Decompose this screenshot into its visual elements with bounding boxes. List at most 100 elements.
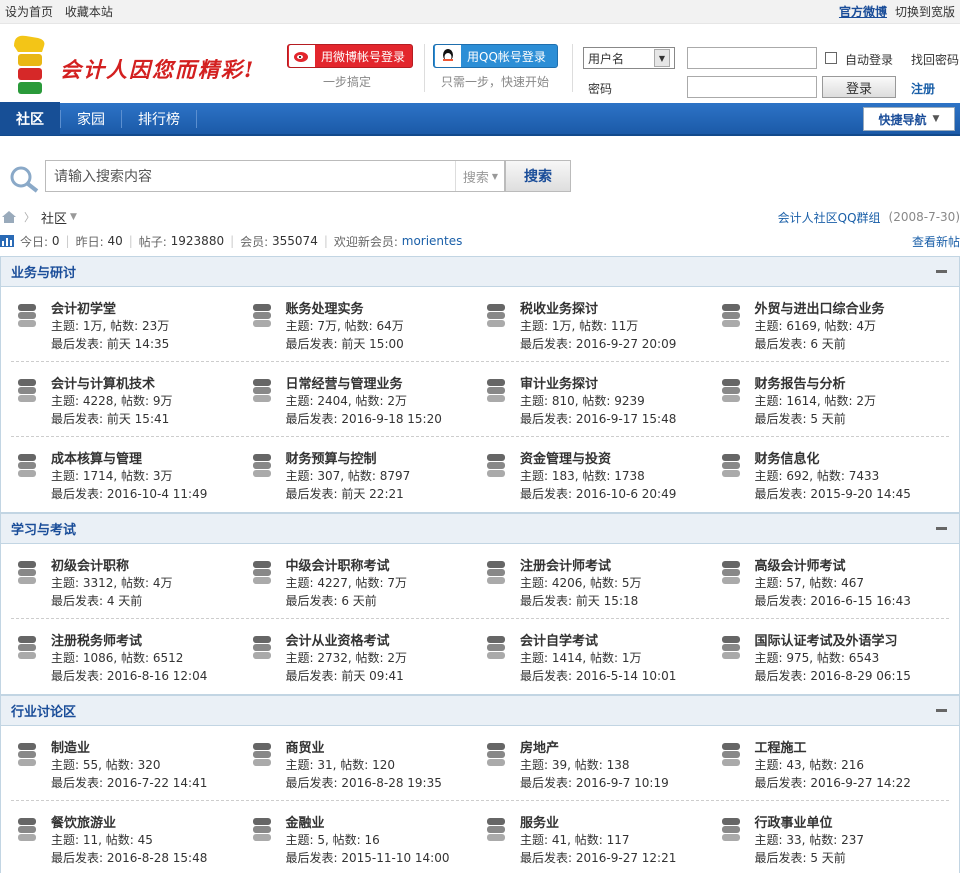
- search-button[interactable]: 搜索: [505, 160, 571, 192]
- weibo-login-button[interactable]: 用微博帐号登录: [287, 44, 413, 68]
- forum-item[interactable]: 餐饮旅游业 主题: 11, 帖数: 45 最后发表: 2016-8-28 15:48: [11, 801, 246, 873]
- forum-last-post[interactable]: 最后发表: 2016-9-18 15:20: [286, 410, 442, 427]
- forum-name[interactable]: 高级会计师考试: [755, 555, 846, 574]
- nav-item-ranking[interactable]: 排行榜: [122, 102, 196, 135]
- home-icon[interactable]: [2, 211, 16, 223]
- forum-item[interactable]: 会计自学考试 主题: 1414, 帖数: 1万 最后发表: 2016-5-14 10…: [480, 619, 715, 694]
- forum-item[interactable]: 工程施工 主题: 43, 帖数: 216 最后发表: 2016-9-27 14:22: [715, 726, 950, 800]
- forum-last-post[interactable]: 最后发表: 2016-9-27 20:09: [520, 335, 676, 352]
- forum-name[interactable]: 会计与计算机技术: [51, 373, 155, 392]
- forum-item[interactable]: 房地产 主题: 39, 帖数: 138 最后发表: 2016-9-7 10:19: [480, 726, 715, 800]
- forum-last-post[interactable]: 最后发表: 5 天前: [755, 849, 846, 866]
- forum-item[interactable]: 资金管理与投资 主题: 183, 帖数: 1738 最后发表: 2016-10-6 …: [480, 437, 715, 512]
- forum-item[interactable]: 中级会计职称考试 主题: 4227, 帖数: 7万 最后发表: 6 天前: [246, 544, 481, 618]
- forum-last-post[interactable]: 最后发表: 前天 15:00: [286, 335, 404, 352]
- forum-name[interactable]: 制造业: [51, 737, 90, 756]
- nav-item-home[interactable]: 家园: [61, 102, 121, 135]
- new-member-link[interactable]: morientes: [402, 234, 463, 248]
- forum-name[interactable]: 服务业: [520, 812, 559, 831]
- forum-item[interactable]: 注册税务师考试 主题: 1086, 帖数: 6512 最后发表: 2016-8-16…: [11, 619, 246, 694]
- collapse-icon[interactable]: [936, 270, 947, 273]
- category-title[interactable]: 行业讨论区: [11, 701, 76, 720]
- forum-item[interactable]: 成本核算与管理 主题: 1714, 帖数: 3万 最后发表: 2016-10-4 1…: [11, 437, 246, 512]
- forum-last-post[interactable]: 最后发表: 前天 22:21: [286, 485, 404, 502]
- category-title[interactable]: 业务与研讨: [11, 262, 76, 281]
- forum-item[interactable]: 财务报告与分析 主题: 1614, 帖数: 2万 最后发表: 5 天前: [715, 362, 950, 436]
- forum-item[interactable]: 会计初学堂 主题: 1万, 帖数: 23万 最后发表: 前天 14:35: [11, 287, 246, 361]
- forum-last-post[interactable]: 最后发表: 2015-11-10 14:00: [286, 849, 450, 866]
- forum-last-post[interactable]: 最后发表: 2015-9-20 14:45: [755, 485, 911, 502]
- forum-last-post[interactable]: 最后发表: 2016-10-6 20:49: [520, 485, 676, 502]
- forum-last-post[interactable]: 最后发表: 2016-9-27 12:21: [520, 849, 676, 866]
- forum-name[interactable]: 税收业务探讨: [520, 298, 598, 317]
- collapse-icon[interactable]: [936, 709, 947, 712]
- forum-last-post[interactable]: 最后发表: 6 天前: [755, 335, 846, 352]
- forum-name[interactable]: 会计初学堂: [51, 298, 116, 317]
- forum-name[interactable]: 金融业: [286, 812, 325, 831]
- username-type-select[interactable]: 用户名 ▼: [583, 47, 675, 69]
- forum-last-post[interactable]: 最后发表: 2016-5-14 10:01: [520, 667, 676, 684]
- forum-last-post[interactable]: 最后发表: 前天 15:41: [51, 410, 169, 427]
- search-type-select[interactable]: 搜索 ▼: [455, 161, 505, 191]
- forum-item[interactable]: 会计与计算机技术 主题: 4228, 帖数: 9万 最后发表: 前天 15:41: [11, 362, 246, 436]
- forum-last-post[interactable]: 最后发表: 2016-7-22 14:41: [51, 774, 207, 791]
- forum-last-post[interactable]: 最后发表: 4 天前: [51, 592, 142, 609]
- switch-wide-link[interactable]: 切换到宽版: [895, 3, 955, 20]
- forum-item[interactable]: 商贸业 主题: 31, 帖数: 120 最后发表: 2016-8-28 19:35: [246, 726, 481, 800]
- forum-item[interactable]: 初级会计职称 主题: 3312, 帖数: 4万 最后发表: 4 天前: [11, 544, 246, 618]
- forum-name[interactable]: 成本核算与管理: [51, 448, 142, 467]
- forum-last-post[interactable]: 最后发表: 6 天前: [286, 592, 377, 609]
- forum-item[interactable]: 账务处理实务 主题: 7万, 帖数: 64万 最后发表: 前天 15:00: [246, 287, 481, 361]
- qq-group-link[interactable]: 会计人社区QQ群组: [778, 209, 881, 226]
- forum-item[interactable]: 会计从业资格考试 主题: 2732, 帖数: 2万 最后发表: 前天 09:41: [246, 619, 481, 694]
- forum-last-post[interactable]: 最后发表: 5 天前: [755, 410, 846, 427]
- forum-item[interactable]: 国际认证考试及外语学习 主题: 975, 帖数: 6543 最后发表: 2016-8…: [715, 619, 950, 694]
- forum-name[interactable]: 资金管理与投资: [520, 448, 611, 467]
- password-input[interactable]: [687, 76, 817, 98]
- forum-last-post[interactable]: 最后发表: 2016-8-28 19:35: [286, 774, 442, 791]
- forum-name[interactable]: 财务信息化: [755, 448, 820, 467]
- forum-name[interactable]: 注册会计师考试: [520, 555, 611, 574]
- forum-last-post[interactable]: 最后发表: 2016-9-7 10:19: [520, 774, 669, 791]
- quick-nav-button[interactable]: 快捷导航 ▼: [863, 107, 955, 131]
- nav-item-community[interactable]: 社区: [0, 102, 60, 135]
- forum-last-post[interactable]: 最后发表: 2016-8-29 06:15: [755, 667, 911, 684]
- forum-last-post[interactable]: 最后发表: 2016-8-28 15:48: [51, 849, 207, 866]
- forum-item[interactable]: 金融业 主题: 5, 帖数: 16 最后发表: 2015-11-10 14:00: [246, 801, 481, 873]
- forum-item[interactable]: 高级会计师考试 主题: 57, 帖数: 467 最后发表: 2016-6-15 16…: [715, 544, 950, 618]
- forum-item[interactable]: 财务预算与控制 主题: 307, 帖数: 8797 最后发表: 前天 22:21: [246, 437, 481, 512]
- site-logo[interactable]: [8, 32, 48, 98]
- qq-login-button[interactable]: 用QQ帐号登录: [433, 44, 558, 68]
- forum-item[interactable]: 注册会计师考试 主题: 4206, 帖数: 5万 最后发表: 前天 15:18: [480, 544, 715, 618]
- forum-item[interactable]: 制造业 主题: 55, 帖数: 320 最后发表: 2016-7-22 14:41: [11, 726, 246, 800]
- forum-last-post[interactable]: 最后发表: 前天 09:41: [286, 667, 404, 684]
- forum-last-post[interactable]: 最后发表: 2016-10-4 11:49: [51, 485, 207, 502]
- login-button[interactable]: 登录: [822, 76, 896, 98]
- forum-name[interactable]: 国际认证考试及外语学习: [755, 630, 898, 649]
- forum-item[interactable]: 服务业 主题: 41, 帖数: 117 最后发表: 2016-9-27 12:21: [480, 801, 715, 873]
- register-link[interactable]: 注册: [911, 80, 935, 97]
- forum-name[interactable]: 账务处理实务: [286, 298, 364, 317]
- forum-item[interactable]: 财务信息化 主题: 692, 帖数: 7433 最后发表: 2015-9-20 14…: [715, 437, 950, 512]
- forum-name[interactable]: 日常经营与管理业务: [286, 373, 403, 392]
- forum-last-post[interactable]: 最后发表: 2016-9-27 14:22: [755, 774, 911, 791]
- forum-item[interactable]: 税收业务探讨 主题: 1万, 帖数: 11万 最后发表: 2016-9-27 20:…: [480, 287, 715, 361]
- forum-item[interactable]: 审计业务探讨 主题: 810, 帖数: 9239 最后发表: 2016-9-17 1…: [480, 362, 715, 436]
- breadcrumb-current[interactable]: 社区: [41, 208, 67, 227]
- chevron-down-icon[interactable]: ▼: [70, 212, 77, 222]
- forum-last-post[interactable]: 最后发表: 前天 15:18: [520, 592, 638, 609]
- forum-name[interactable]: 注册税务师考试: [51, 630, 142, 649]
- forum-name[interactable]: 初级会计职称: [51, 555, 129, 574]
- search-input[interactable]: 请输入搜索内容: [45, 160, 505, 192]
- forum-last-post[interactable]: 最后发表: 2016-6-15 16:43: [755, 592, 911, 609]
- auto-login-checkbox[interactable]: [825, 52, 837, 64]
- category-title[interactable]: 学习与考试: [11, 519, 76, 538]
- view-new-posts-link[interactable]: 查看新帖: [912, 233, 960, 250]
- forum-name[interactable]: 商贸业: [286, 737, 325, 756]
- forum-last-post[interactable]: 最后发表: 2016-9-17 15:48: [520, 410, 676, 427]
- forum-name[interactable]: 会计自学考试: [520, 630, 598, 649]
- forum-name[interactable]: 财务报告与分析: [755, 373, 846, 392]
- official-weibo-link[interactable]: 官方微博: [839, 3, 887, 20]
- forum-name[interactable]: 房地产: [520, 737, 559, 756]
- set-home-link[interactable]: 设为首页: [5, 5, 53, 19]
